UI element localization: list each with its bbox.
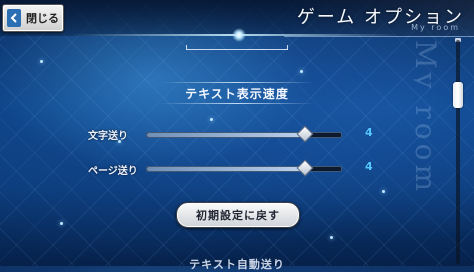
page-advance-label: ページ送り [88,166,138,177]
slider-fill [147,133,305,137]
slider-fill [147,167,305,171]
title-plate: ゲーム オプション My room [284,0,474,37]
next-section-title: テキスト自動送り [189,258,285,271]
close-button-label: 閉じる [26,12,59,25]
sparkle [300,70,303,73]
text-advance-value: 4 [365,126,373,139]
sparkle [60,222,63,225]
watermark-text: My room [414,40,442,196]
page-subtitle: My room [411,23,460,32]
page-advance-slider[interactable] [146,159,342,177]
sparkle [40,60,43,63]
reset-defaults-button[interactable]: 初期設定に戻す [176,202,300,228]
reset-defaults-label: 初期設定に戻す [196,209,280,222]
sparkle [330,236,333,239]
text-advance-label: 文字送り [88,131,128,142]
section-title: テキスト表示速度 [185,87,289,101]
sparkle [382,190,385,193]
close-button[interactable]: 閉じる [2,4,64,32]
scrollbar-thumb[interactable] [453,82,463,108]
page-advance-value: 4 [365,160,373,173]
section-divider-bottom [160,103,314,104]
scrollbar-track[interactable] [456,40,460,264]
ornament-star-icon [232,28,246,42]
text-advance-slider[interactable] [146,125,342,143]
back-arrow-icon [7,9,21,27]
slider-thumb[interactable] [296,159,314,177]
top-bracket-ornament [186,44,288,50]
sparkle [210,118,213,121]
section-divider-top [160,82,314,83]
slider-thumb[interactable] [296,125,314,143]
